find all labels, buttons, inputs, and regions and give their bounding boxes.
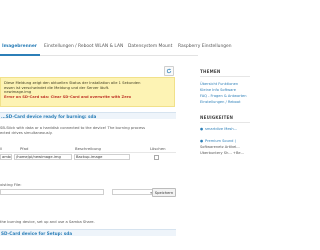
section-burn-title: ...SD-Card device ready for burning: sda bbox=[1, 114, 97, 120]
column-header-name: ll bbox=[0, 146, 3, 151]
sidebar-divider bbox=[200, 76, 250, 77]
tab-imagebrenner[interactable]: Imagebrenner bbox=[2, 44, 37, 49]
tab-einstellungen-reboot[interactable]: Einstellungen / Reboot bbox=[44, 44, 93, 49]
refresh-icon bbox=[166, 68, 172, 74]
tab-bar: Imagebrenner Einstellungen / Reboot WLAN… bbox=[0, 40, 232, 56]
section-setup-header: SD-Card device for Setup: sda bbox=[0, 229, 176, 236]
existing-file-label: xisting File: bbox=[0, 182, 22, 187]
setup-description: the burning device, set up and use a Sam… bbox=[0, 220, 95, 224]
column-header-description: Beschreibung bbox=[75, 146, 101, 151]
tab-raspberry-einstellungen[interactable]: Raspberry Einstellungen bbox=[178, 44, 232, 49]
tab-datensystem-mount[interactable]: Datensystem Mount bbox=[128, 44, 172, 49]
tab-wlan-lan[interactable]: WLAN & LAN bbox=[95, 44, 123, 49]
sidebar-link-4[interactable]: Einstellungen / Reboot bbox=[200, 100, 241, 104]
existing-file-input[interactable] bbox=[0, 189, 104, 195]
sidebar-link-2[interactable]: Kleine Info Software bbox=[200, 88, 236, 92]
table-row-name-field[interactable]: amber bbox=[0, 154, 12, 160]
refresh-button[interactable] bbox=[164, 66, 174, 76]
sidebar-divider-news bbox=[200, 122, 250, 123]
table-row-delete-checkbox[interactable] bbox=[154, 155, 159, 160]
bullet-icon: ● bbox=[200, 139, 204, 143]
status-notice: Diese Meldung zeigt den aktuellen Status… bbox=[0, 77, 175, 107]
sidebar-link-3[interactable]: FAQ - Fragen & Antworten bbox=[200, 94, 247, 98]
existing-file-select[interactable]: ▾ bbox=[112, 189, 154, 195]
burn-description-line-2: ected drives simultaneously. bbox=[0, 130, 53, 135]
sidebar-themes-title: THEMEN bbox=[200, 69, 221, 74]
table-row-description-field[interactable]: Backup-image bbox=[74, 154, 130, 160]
column-header-path: Pfad bbox=[20, 146, 29, 151]
active-tab-indicator bbox=[0, 54, 40, 56]
section-burn-header: ...SD-Card device ready for burning: sda bbox=[0, 112, 176, 119]
sidebar-news-item-3[interactable]: Softwarenetz Artikel... bbox=[200, 145, 240, 149]
bullet-icon: ● bbox=[200, 127, 204, 131]
save-button[interactable]: Speichern bbox=[152, 188, 176, 197]
sidebar-news-item-4[interactable]: Uberbuntery Sh... +Be... bbox=[200, 151, 244, 155]
notice-error: Error on SD-Card sda: Clear SD-Card and … bbox=[4, 95, 132, 100]
sidebar-news-item-2[interactable]: Premium Sound ( bbox=[205, 139, 236, 143]
burn-description: SB-Stick with data or a harddisk connect… bbox=[0, 126, 176, 135]
sidebar-news-title: NEUIGKEITEN bbox=[200, 115, 234, 120]
sidebar-news-item-1[interactable]: smartdive Mesh... bbox=[205, 127, 237, 131]
table-divider bbox=[0, 152, 176, 153]
table-row-path-field[interactable]: /home/pi/newimage.img bbox=[14, 154, 72, 160]
section-setup-title: SD-Card device for Setup: sda bbox=[1, 231, 73, 237]
column-header-delete: Löschen bbox=[150, 146, 166, 151]
sidebar-link-1[interactable]: Übersicht Funktionen bbox=[200, 82, 238, 86]
